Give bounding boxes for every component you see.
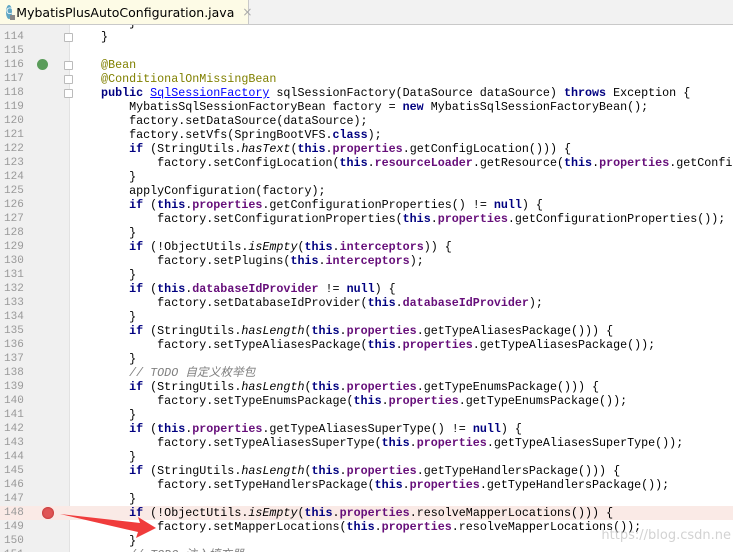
watermark: https://blog.csdn.ne bbox=[601, 528, 731, 543]
editor-tab[interactable]: C MybatisPlusAutoConfiguration.java × bbox=[0, 0, 252, 24]
tab-title: MybatisPlusAutoConfiguration.java bbox=[16, 4, 235, 20]
annotation-arrow bbox=[60, 514, 156, 538]
editor-tab-bar: C MybatisPlusAutoConfiguration.java × bbox=[0, 0, 733, 25]
java-class-icon: C bbox=[6, 5, 16, 20]
close-icon[interactable]: × bbox=[242, 5, 252, 19]
red-arrow-shape bbox=[60, 514, 156, 538]
